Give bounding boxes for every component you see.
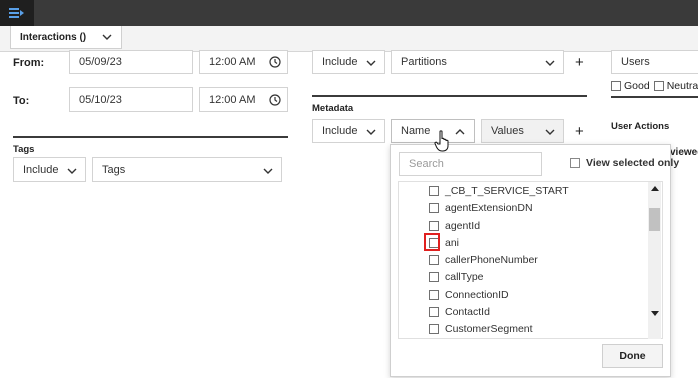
- hand-cursor-icon: [434, 130, 449, 152]
- add-partition-button[interactable]: +: [575, 54, 584, 71]
- sentiment-filters: Good Neutral: [611, 80, 698, 92]
- dropdown-search-input[interactable]: Search: [399, 152, 542, 176]
- list-item[interactable]: agentId: [429, 217, 480, 234]
- metadata-values-value: Values: [491, 125, 524, 137]
- done-button[interactable]: Done: [602, 344, 663, 368]
- good-checkbox[interactable]: [611, 81, 621, 91]
- chevron-down-icon: [545, 129, 555, 135]
- highlight-box: [424, 233, 440, 251]
- scroll-down-icon[interactable]: [651, 311, 659, 316]
- interactions-tab-label: Interactions (): [20, 31, 87, 43]
- metadata-divider: [312, 95, 587, 97]
- chevron-down-icon: [102, 34, 112, 40]
- list-item-checkbox[interactable]: [429, 254, 439, 265]
- to-label: To:: [13, 95, 30, 107]
- tags-title: Tags: [13, 144, 35, 155]
- list-item[interactable]: agentExtensionDN: [429, 199, 533, 216]
- from-time-value: 12:00 AM: [209, 56, 256, 68]
- from-time-input[interactable]: 12:00 AM: [199, 50, 288, 74]
- list-item-checkbox[interactable]: [429, 220, 439, 231]
- scroll-up-icon[interactable]: [651, 186, 659, 191]
- tags-include-select[interactable]: Include: [13, 157, 86, 182]
- list-item-label: ContactId: [445, 305, 490, 318]
- view-selected-toggle[interactable]: View selected only: [570, 157, 679, 169]
- list-item-checkbox[interactable]: [429, 202, 439, 213]
- neutral-label: Neutral: [666, 80, 698, 92]
- from-date-input[interactable]: 05/09/23: [69, 50, 193, 74]
- clock-icon[interactable]: [269, 56, 281, 68]
- list-item-label: agentExtensionDN: [445, 201, 533, 214]
- tags-select[interactable]: Tags: [92, 157, 282, 182]
- list-item-checkbox[interactable]: [429, 289, 439, 300]
- to-time-input[interactable]: 12:00 AM: [199, 87, 288, 112]
- partitions-include-value: Include: [322, 56, 358, 68]
- list-item-checkbox[interactable]: [429, 185, 439, 196]
- from-label: From:: [13, 57, 45, 69]
- list-item-label: callerPhoneNumber: [445, 253, 538, 266]
- list-item-label: CustomerSegment: [445, 322, 533, 335]
- tags-include-value: Include: [23, 163, 59, 176]
- chevron-down-icon: [263, 168, 273, 174]
- chevron-down-icon: [366, 129, 376, 135]
- chevron-down-icon: [366, 60, 376, 66]
- chevron-down-icon: [67, 168, 77, 174]
- list-item[interactable]: ContactId: [429, 303, 490, 320]
- view-selected-checkbox[interactable]: [570, 158, 580, 168]
- add-metadata-button[interactable]: +: [575, 123, 584, 140]
- list-item-checkbox[interactable]: [429, 323, 439, 334]
- list-item[interactable]: _CB_T_SERVICE_START: [429, 182, 569, 199]
- user-actions-title: User Actions: [611, 121, 670, 132]
- metadata-name-select[interactable]: Name: [391, 119, 475, 143]
- search-placeholder: Search: [409, 158, 444, 170]
- list-item-checkbox[interactable]: [429, 271, 439, 282]
- list-item-label: ani: [445, 236, 460, 249]
- metadata-include-value: Include: [322, 125, 358, 137]
- list-item-label: _CB_T_SERVICE_START: [445, 184, 569, 197]
- chevron-down-icon: [545, 60, 555, 66]
- tags-divider: [13, 136, 288, 138]
- metadata-include-select[interactable]: Include: [312, 119, 385, 143]
- list-item-checkbox[interactable]: [429, 306, 439, 317]
- list-item[interactable]: CustomerSegment: [429, 320, 533, 337]
- tags-select-value: Tags: [102, 163, 126, 176]
- interactions-tab[interactable]: Interactions (): [10, 26, 122, 49]
- list-item-label: callType: [445, 270, 484, 283]
- scrollbar-thumb[interactable]: [649, 208, 660, 231]
- to-time-value: 12:00 AM: [209, 93, 256, 106]
- list-item[interactable]: callerPhoneNumber: [429, 251, 538, 268]
- list-item[interactable]: callType: [429, 268, 484, 285]
- metadata-title: Metadata: [312, 103, 354, 114]
- metadata-values-select[interactable]: Values: [481, 119, 564, 143]
- chevron-up-icon: [455, 129, 465, 135]
- view-selected-label: View selected only: [586, 157, 680, 169]
- partitions-select[interactable]: Partitions: [391, 50, 564, 74]
- good-label: Good: [624, 80, 650, 92]
- right-divider: [611, 96, 698, 98]
- to-date-input[interactable]: 05/10/23: [69, 87, 193, 112]
- clock-icon[interactable]: [269, 94, 281, 106]
- metadata-name-value: Name: [401, 125, 431, 137]
- partitions-include-select[interactable]: Include: [312, 50, 385, 74]
- list-item[interactable]: ConnectionID: [429, 286, 509, 303]
- partitions-select-value: Partitions: [401, 56, 447, 68]
- list-item-label: ConnectionID: [445, 288, 509, 301]
- collapse-menu-button[interactable]: [0, 0, 34, 26]
- users-select[interactable]: Users: [611, 50, 698, 74]
- neutral-checkbox[interactable]: [653, 81, 664, 91]
- list-item-label: agentId: [445, 219, 481, 232]
- collapse-menu-icon: [9, 8, 24, 18]
- top-bar: [0, 0, 698, 26]
